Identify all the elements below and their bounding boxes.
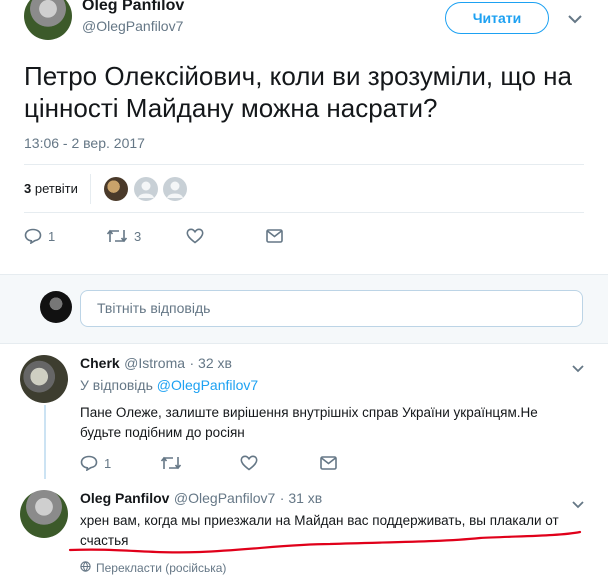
envelope-icon xyxy=(266,229,283,243)
heart-icon xyxy=(240,455,258,471)
author-avatar[interactable] xyxy=(24,0,72,40)
retweet-stats[interactable]: 3 ретвіти xyxy=(24,181,78,196)
reply-author-handle[interactable]: @OlegPanfilov7 xyxy=(174,490,275,506)
heart-icon xyxy=(186,228,204,244)
reply-time[interactable]: · 32 хв xyxy=(189,355,231,371)
reply-author-name[interactable]: Cherk xyxy=(80,355,120,371)
reply-author-name[interactable]: Oleg Panfilov xyxy=(80,490,169,506)
globe-icon xyxy=(80,561,91,575)
message-button[interactable] xyxy=(320,456,337,470)
divider xyxy=(90,174,91,204)
reply-avatar[interactable] xyxy=(20,355,68,403)
translate-label: Перекласти (російська) xyxy=(96,561,227,575)
retweeter-avatar[interactable] xyxy=(163,177,187,201)
author-handle[interactable]: @OlegPanfilov7 xyxy=(82,18,183,34)
reply-header: Oleg Panfilov @OlegPanfilov7 · 31 хв xyxy=(80,490,322,508)
reply-action[interactable]: 1 xyxy=(80,455,111,471)
retweet-count: 3 xyxy=(24,181,32,196)
thread-line xyxy=(44,405,46,479)
divider xyxy=(24,212,584,213)
message-button[interactable] xyxy=(266,229,283,243)
author-name[interactable]: Oleg Panfilov xyxy=(82,0,184,15)
reply-input[interactable]: Твітніть відповідь xyxy=(80,290,583,327)
tweet-text: Петро Олексійович, коли ви зрозуміли, що… xyxy=(24,61,572,123)
reply-action[interactable]: 1 xyxy=(24,228,55,244)
divider xyxy=(24,164,584,165)
in-reply-prefix: У відповідь xyxy=(80,377,153,393)
reply-author-handle[interactable]: @Istroma xyxy=(124,355,185,371)
annotation-underline xyxy=(68,530,582,554)
retweet-icon xyxy=(106,228,128,244)
reply-count: 1 xyxy=(104,455,112,471)
reply-text: Пане Олеже, залиште вирішення внутрішніх… xyxy=(80,405,538,440)
retweet-icon xyxy=(160,455,182,471)
in-reply-to: У відповідь @OlegPanfilov7 xyxy=(80,377,258,393)
retweet-action[interactable] xyxy=(160,455,182,471)
chevron-down-icon[interactable] xyxy=(572,360,584,378)
reply-count: 1 xyxy=(48,228,56,244)
current-user-avatar[interactable] xyxy=(40,291,72,323)
retweeter-avatar[interactable] xyxy=(134,177,158,201)
envelope-icon xyxy=(320,456,337,470)
reply-icon xyxy=(24,228,42,244)
translate-link[interactable]: Перекласти (російська) xyxy=(80,561,226,575)
tweet-timestamp[interactable]: 13:06 - 2 вер. 2017 xyxy=(24,135,145,151)
reply-icon xyxy=(80,455,98,471)
reply-time[interactable]: · 31 хв xyxy=(280,490,322,506)
follow-button[interactable]: Читати xyxy=(445,2,549,34)
like-button[interactable] xyxy=(240,455,258,471)
retweet-action-count: 3 xyxy=(134,228,142,244)
retweet-action[interactable]: 3 xyxy=(106,228,141,244)
like-button[interactable] xyxy=(186,228,204,244)
in-reply-to-link[interactable]: @OlegPanfilov7 xyxy=(157,377,258,393)
retweeter-avatar[interactable] xyxy=(104,177,128,201)
reply-header: Cherk @Istroma · 32 хв xyxy=(80,355,232,373)
chevron-down-icon[interactable] xyxy=(568,12,582,27)
retweet-label: ретвіти xyxy=(34,181,78,196)
